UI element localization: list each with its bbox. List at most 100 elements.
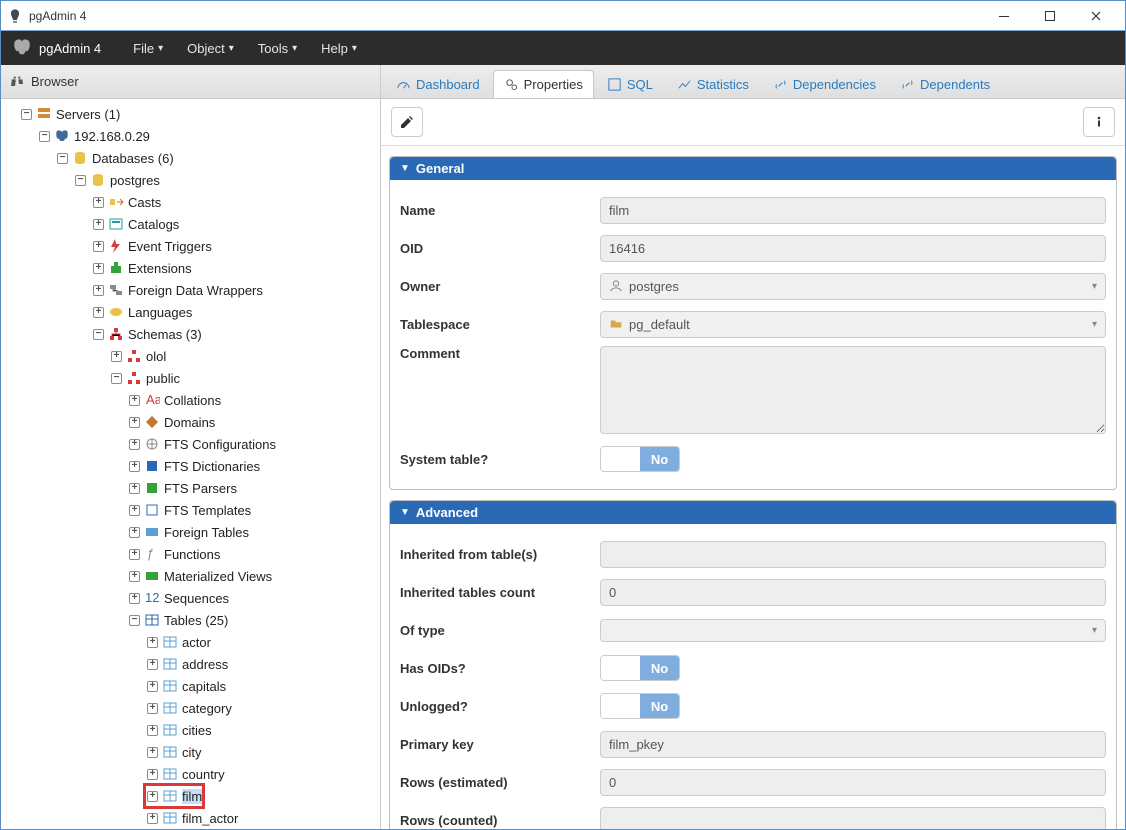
field-rows-est[interactable] bbox=[600, 769, 1106, 796]
field-unlogged[interactable]: No bbox=[600, 693, 680, 719]
tree-domains[interactable]: Domains bbox=[129, 411, 380, 433]
tree-schemas[interactable]: Schemas (3) bbox=[93, 323, 380, 345]
tree-mat-views[interactable]: Materialized Views bbox=[129, 565, 380, 587]
field-name[interactable] bbox=[600, 197, 1106, 224]
object-tree[interactable]: Servers (1) 192.168.0.29 bbox=[1, 99, 380, 829]
field-primary-key[interactable] bbox=[600, 731, 1106, 758]
foreign-table-icon bbox=[144, 524, 160, 540]
label-inherited-from: Inherited from table(s) bbox=[400, 547, 600, 562]
sql-icon bbox=[607, 77, 622, 92]
label-rows-counted: Rows (counted) bbox=[400, 813, 600, 828]
tab-dashboard[interactable]: Dashboard bbox=[385, 70, 491, 98]
tree-functions[interactable]: ƒFunctions bbox=[129, 543, 380, 565]
tree-table-category[interactable]: category bbox=[147, 697, 380, 719]
label-rows-est: Rows (estimated) bbox=[400, 775, 600, 790]
svg-text:ƒ: ƒ bbox=[147, 546, 154, 561]
brand: pgAdmin 4 bbox=[11, 37, 101, 59]
tab-dependents[interactable]: Dependents bbox=[889, 70, 1001, 98]
close-button[interactable] bbox=[1073, 1, 1119, 31]
field-inherited-count[interactable] bbox=[600, 579, 1106, 606]
field-tablespace[interactable]: pg_default▾ bbox=[600, 311, 1106, 338]
tree-servers[interactable]: Servers (1) bbox=[21, 103, 380, 125]
table-icon bbox=[162, 678, 178, 694]
menu-file[interactable]: File▾ bbox=[133, 41, 163, 56]
table-icon bbox=[162, 656, 178, 672]
tree-table-cities[interactable]: cities bbox=[147, 719, 380, 741]
tree-db-postgres[interactable]: postgres bbox=[75, 169, 380, 191]
tree-fts-conf[interactable]: FTS Configurations bbox=[129, 433, 380, 455]
schema-icon bbox=[108, 326, 124, 342]
svg-text:123: 123 bbox=[145, 590, 160, 605]
tree-casts[interactable]: Casts bbox=[93, 191, 380, 213]
field-comment[interactable] bbox=[600, 346, 1106, 434]
tree-sequences[interactable]: 123Sequences bbox=[129, 587, 380, 609]
field-inherited-from[interactable] bbox=[600, 541, 1106, 568]
section-general-header[interactable]: ▼General bbox=[390, 157, 1116, 180]
field-has-oids[interactable]: No bbox=[600, 655, 680, 681]
tree-tables[interactable]: Tables (25) bbox=[129, 609, 380, 631]
svg-text:Aa: Aa bbox=[146, 392, 160, 407]
field-owner[interactable]: postgres▾ bbox=[600, 273, 1106, 300]
table-icon bbox=[162, 744, 178, 760]
tab-sql[interactable]: SQL bbox=[596, 70, 664, 98]
menu-help[interactable]: Help▾ bbox=[321, 41, 357, 56]
tree-fts-parsers[interactable]: FTS Parsers bbox=[129, 477, 380, 499]
tree-schema-olol[interactable]: olol bbox=[111, 345, 380, 367]
tree-event-triggers[interactable]: Event Triggers bbox=[93, 235, 380, 257]
tree-fts-dict[interactable]: FTS Dictionaries bbox=[129, 455, 380, 477]
label-of-type: Of type bbox=[400, 623, 600, 638]
tree-table-film[interactable]: film bbox=[147, 785, 380, 807]
maximize-button[interactable] bbox=[1027, 1, 1073, 31]
tree-table-address[interactable]: address bbox=[147, 653, 380, 675]
tree-table-city[interactable]: city bbox=[147, 741, 380, 763]
tree-fdw[interactable]: Foreign Data Wrappers bbox=[93, 279, 380, 301]
tab-dependencies[interactable]: Dependencies bbox=[762, 70, 887, 98]
tree-foreign-tables[interactable]: Foreign Tables bbox=[129, 521, 380, 543]
fts-conf-icon bbox=[144, 436, 160, 452]
label-comment: Comment bbox=[400, 346, 600, 361]
sequence-icon: 123 bbox=[144, 590, 160, 606]
tree-server-host[interactable]: 192.168.0.29 bbox=[39, 125, 380, 147]
language-icon bbox=[108, 304, 124, 320]
label-has-oids: Has OIDs? bbox=[400, 661, 600, 676]
tree-table-actor[interactable]: actor bbox=[147, 631, 380, 653]
database-icon bbox=[72, 150, 88, 166]
section-general: ▼General Name OID Ownerpostgres▾ Tablesp… bbox=[389, 156, 1117, 490]
field-of-type[interactable]: ▾ bbox=[600, 619, 1106, 642]
tree-databases[interactable]: Databases (6) bbox=[57, 147, 380, 169]
collation-icon: Aa bbox=[144, 392, 160, 408]
tree-table-film-actor[interactable]: film_actor bbox=[147, 807, 380, 829]
content-tabs: Dashboard Properties SQL Statistics Depe… bbox=[381, 65, 1125, 99]
field-oid[interactable] bbox=[600, 235, 1106, 262]
section-advanced-header[interactable]: ▼Advanced bbox=[390, 501, 1116, 524]
field-rows-counted[interactable] bbox=[600, 807, 1106, 830]
edit-button[interactable] bbox=[391, 107, 423, 137]
tree-catalogs[interactable]: Catalogs bbox=[93, 213, 380, 235]
menu-tools[interactable]: Tools▾ bbox=[258, 41, 297, 56]
tab-statistics[interactable]: Statistics bbox=[666, 70, 760, 98]
section-advanced: ▼Advanced Inherited from table(s) Inheri… bbox=[389, 500, 1117, 829]
elephant-icon bbox=[11, 37, 33, 59]
tree-table-capitals[interactable]: capitals bbox=[147, 675, 380, 697]
label-inherited-count: Inherited tables count bbox=[400, 585, 600, 600]
tab-properties[interactable]: Properties bbox=[493, 70, 594, 98]
tree-languages[interactable]: Languages bbox=[93, 301, 380, 323]
tree-schema-public[interactable]: public bbox=[111, 367, 380, 389]
fts-template-icon bbox=[144, 502, 160, 518]
tree-collations[interactable]: AaCollations bbox=[129, 389, 380, 411]
table-icon bbox=[162, 766, 178, 782]
menu-object[interactable]: Object▾ bbox=[187, 41, 234, 56]
database-icon bbox=[90, 172, 106, 188]
fts-parser-icon bbox=[144, 480, 160, 496]
field-system-table[interactable]: No bbox=[600, 446, 680, 472]
window-title: pgAdmin 4 bbox=[29, 9, 981, 23]
cast-icon bbox=[108, 194, 124, 210]
brand-text: pgAdmin 4 bbox=[39, 41, 101, 56]
tree-fts-templates[interactable]: FTS Templates bbox=[129, 499, 380, 521]
tree-extensions[interactable]: Extensions bbox=[93, 257, 380, 279]
info-button[interactable] bbox=[1083, 107, 1115, 137]
minimize-button[interactable] bbox=[981, 1, 1027, 31]
label-oid: OID bbox=[400, 241, 600, 256]
tree-table-country[interactable]: country bbox=[147, 763, 380, 785]
table-icon bbox=[162, 788, 178, 804]
